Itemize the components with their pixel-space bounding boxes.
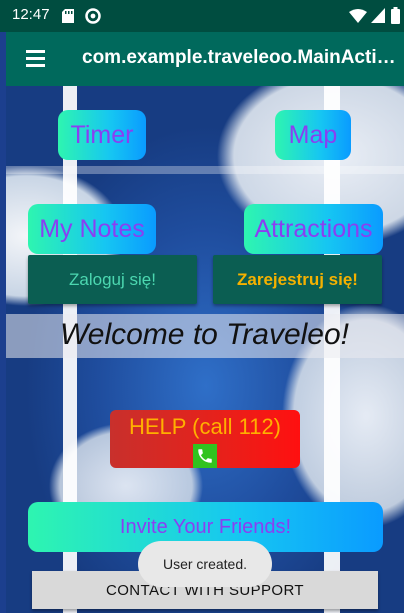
- attractions-button[interactable]: Attractions: [244, 204, 383, 254]
- welcome-text: Welcome to Traveleo!: [60, 318, 349, 351]
- map-button[interactable]: Map: [275, 110, 351, 160]
- at-sign-icon: [85, 8, 101, 29]
- toast-message: User created.: [138, 541, 272, 587]
- phone-icon: [193, 444, 217, 468]
- hamburger-menu-icon[interactable]: [24, 46, 48, 70]
- app-bar: com.example.traveleoo.MainActivity: [6, 32, 404, 86]
- screen: 12:47 com.example.traveleoo.MainActivity…: [0, 0, 404, 613]
- status-bar: 12:47: [0, 0, 404, 32]
- wifi-icon: [349, 9, 367, 28]
- my-notes-button[interactable]: My Notes: [28, 204, 156, 254]
- signal-icon: [371, 8, 385, 28]
- welcome-banner: Welcome to Traveleo!: [6, 314, 404, 358]
- app-bar-title: com.example.traveleoo.MainActivity: [82, 47, 402, 68]
- sd-card-icon: [62, 9, 74, 28]
- battery-icon: [391, 7, 400, 29]
- status-time: 12:47: [12, 6, 50, 23]
- register-button[interactable]: Zarejestruj się!: [213, 255, 382, 304]
- login-button[interactable]: Zaloguj się!: [28, 255, 197, 304]
- help-button-label: HELP (call 112): [128, 414, 282, 439]
- help-button[interactable]: HELP (call 112): [110, 410, 300, 468]
- timer-button[interactable]: Timer: [58, 110, 146, 160]
